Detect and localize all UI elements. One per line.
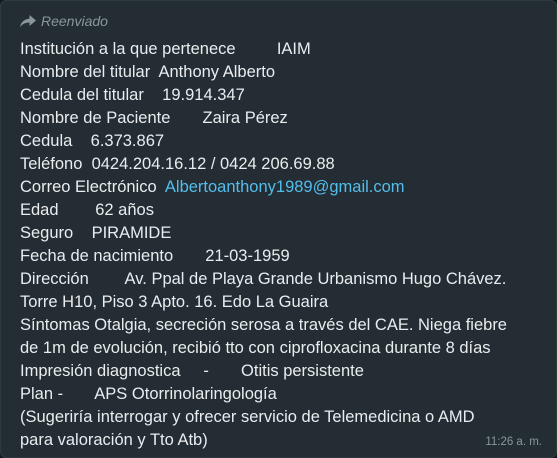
field-label: Institución a la que pertenece [20,40,236,58]
line-text: Síntomas Otalgia, secreción serosa a tra… [20,316,507,334]
email-link[interactable]: Albertoanthony1989@gmail.com [165,178,405,196]
message-line: Fecha de nacimiento 21-03-1959 [20,245,550,268]
line-text: para valoración y Tto Atb) [20,431,208,449]
field-spacer [236,40,277,58]
forward-arrow-icon [20,14,36,28]
message-line: Seguro PIRAMIDE [20,222,550,245]
field-label: Nombre del titular [20,63,151,81]
field-value: APS Otorrinolaringología [94,385,277,403]
field-value: 21-03-1959 [205,247,290,265]
line-text: de 1m de evolución, recibió tto con cipr… [20,339,491,357]
field-value: Otitis persistente [241,362,364,380]
field-value: 19.914.347 [162,86,245,104]
message-line: Nombre de Paciente Zaira Pérez [20,107,550,130]
message-line: Cedula 6.373.867 [20,130,550,153]
message-line: Edad 62 años [20,199,550,222]
message-line: Torre H10, Piso 3 Apto. 16. Edo La Guair… [20,291,550,314]
field-spacer [89,270,125,288]
message-line: Impresión diagnostica - Otitis persisten… [20,360,550,383]
field-label: Nombre de Paciente [20,109,171,127]
message-line: Plan - APS Otorrinolaringología [20,383,550,406]
field-label: Teléfono [20,155,83,173]
field-spacer [173,247,205,265]
message-line: Nombre del titular Anthony Alberto [20,61,550,84]
field-spacer [72,132,90,150]
message-timestamp: 11:26 a. m. [485,436,542,448]
message-text: Institución a la que pertenece IAIM Nombr… [20,38,550,452]
field-value: Av. Ppal de Playa Grande Urbanismo Hugo … [124,270,507,288]
field-spacer [150,63,158,81]
field-spacer [73,224,91,242]
message-line: de 1m de evolución, recibió tto con cipr… [20,337,550,360]
message-line: Correo Electrónico Albertoanthony1989@gm… [20,176,550,199]
field-spacer [59,201,96,219]
field-label: Fecha de nacimiento [20,247,174,265]
field-value: IAIM [276,40,311,58]
field-spacer [157,178,165,196]
field-label: Impresión diagnostica [20,362,181,380]
message-line: Institución a la que pertenece IAIM [20,38,550,61]
forwarded-indicator: Reenviado [20,11,108,31]
field-label: Seguro [20,224,74,242]
message-line: (Sugeriría interrogar y ofrecer servicio… [20,406,550,429]
field-value: 62 años [95,201,154,219]
field-label: Correo Electrónico [20,178,157,196]
field-label: Dirección [20,270,89,288]
field-label: Cedula [20,132,73,150]
field-spacer [82,155,91,173]
message-bubble[interactable]: Reenviado Institución a la que pertenece… [0,0,557,458]
field-value: 0424.204.16.12 / 0424 206.69.88 [91,155,335,173]
field-label: Cedula del titular [20,86,144,104]
message-line: Cedula del titular 19.914.347 [20,84,550,107]
field-label: Plan - [20,385,64,403]
field-label: Edad [20,201,59,219]
field-spacer [144,86,162,104]
forwarded-label: Reenviado [41,13,108,29]
field-spacer [170,109,202,127]
line-text: (Sugeriría interrogar y ofrecer servicio… [20,408,475,426]
message-line: Dirección Av. Ppal de Playa Grande Urban… [20,268,550,291]
message-line: para valoración y Tto Atb) [20,429,550,452]
field-value: Zaira Pérez [202,109,288,127]
field-spacer: - [180,362,242,380]
line-text: Torre H10, Piso 3 Apto. 16. Edo La Guair… [20,293,329,311]
message-line: Síntomas Otalgia, secreción serosa a tra… [20,314,550,337]
field-spacer [63,385,94,403]
field-value: Anthony Alberto [158,63,276,81]
field-value: PIRAMIDE [91,224,172,242]
field-value: 6.373.867 [90,132,165,150]
message-line: Teléfono 0424.204.16.12 / 0424 206.69.88 [20,153,550,176]
